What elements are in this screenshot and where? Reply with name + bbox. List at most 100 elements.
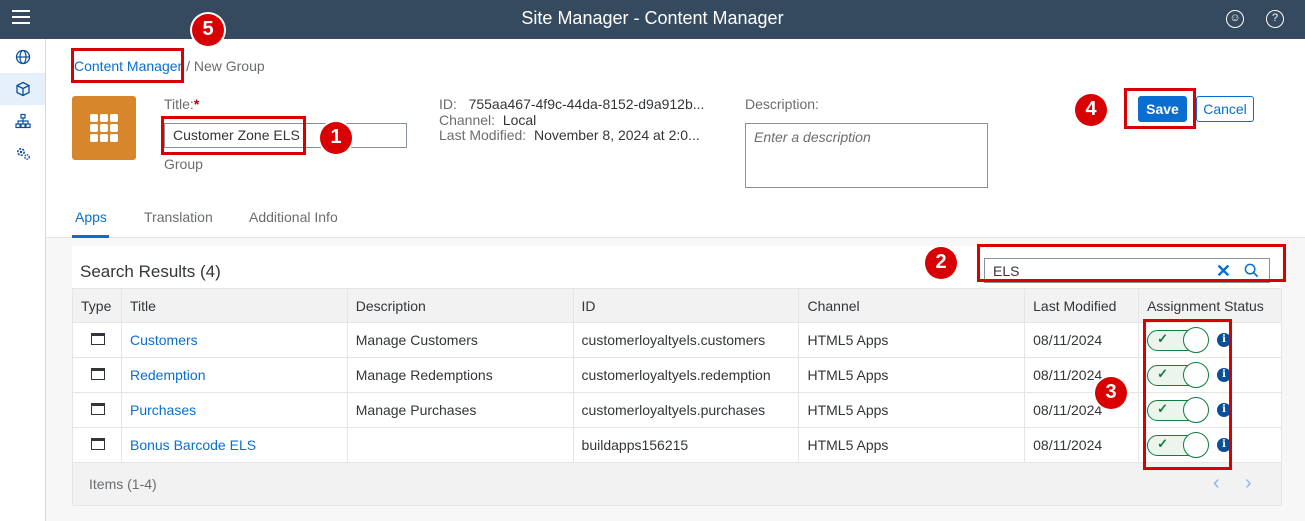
items-count: Items (1-4) (89, 476, 157, 492)
search-input[interactable]: ELS ✕ (984, 258, 1270, 283)
id-meta: ID: 755aa467-4f9c-44da-8152-d9a912b... (439, 96, 704, 112)
modified-cell: 08/11/2024 (1024, 322, 1140, 358)
tab-additional-info[interactable]: Additional Info (249, 209, 338, 225)
assignment-toggle[interactable]: ✓ (1147, 327, 1210, 353)
app-title-link[interactable]: Redemption (130, 367, 206, 383)
channel-cell: HTML5 Apps (798, 392, 1026, 428)
description-cell: Manage Redemptions (346, 357, 574, 393)
title-cell: Customers (120, 322, 348, 358)
channel-cell: HTML5 Apps (798, 357, 1026, 393)
type-label: Group (164, 156, 203, 172)
required-mark: * (193, 96, 200, 112)
check-icon: ✓ (1157, 401, 1168, 416)
status-cell: ✓ i (1138, 322, 1282, 358)
column-header-type[interactable]: Type (72, 288, 122, 323)
globe-icon[interactable] (0, 41, 45, 73)
description-cell (346, 427, 574, 463)
id-label: ID: (439, 96, 457, 112)
user-icon[interactable]: ☺ (1226, 10, 1244, 28)
channel-cell: HTML5 Apps (798, 427, 1026, 463)
status-cell: ✓ i (1138, 427, 1282, 463)
hierarchy-icon[interactable] (0, 105, 45, 137)
search-value: ELS (993, 263, 1020, 279)
status-cell: ✓ i (1138, 392, 1282, 428)
table-header-row: Type Title Description ID Channel Last M… (72, 288, 1282, 323)
table-row[interactable]: Bonus Barcode ELS buildapps156215 HTML5 … (72, 427, 1282, 463)
gear-icon[interactable] (0, 137, 45, 169)
check-icon: ✓ (1157, 436, 1168, 451)
info-icon[interactable]: i (1217, 333, 1232, 347)
modified-value: November 8, 2024 at 2:0... (533, 127, 700, 143)
title-cell: Bonus Barcode ELS (120, 427, 348, 463)
search-icon[interactable] (1244, 263, 1259, 281)
id-cell: customerloyaltyels.purchases (572, 392, 800, 428)
id-cell: buildapps156215 (572, 427, 800, 463)
assignment-toggle[interactable]: ✓ (1147, 432, 1210, 458)
assignment-toggle[interactable]: ✓ (1147, 362, 1210, 388)
title-input[interactable]: Customer Zone ELS (164, 123, 407, 148)
group-tile-icon (72, 96, 136, 160)
column-header-last-modified[interactable]: Last Modified (1024, 288, 1140, 323)
description-field[interactable]: Enter a description (745, 123, 988, 188)
app-window-icon (91, 368, 105, 380)
column-header-channel[interactable]: Channel (798, 288, 1026, 323)
apps-table: Type Title Description ID Channel Last M… (72, 288, 1282, 463)
app-window-icon (91, 333, 105, 345)
description-label: Description: (745, 96, 819, 112)
info-icon[interactable]: i (1217, 368, 1232, 382)
clear-search-icon[interactable]: ✕ (1216, 261, 1231, 282)
channel-value: Local (502, 112, 537, 128)
status-cell: ✓ i (1138, 357, 1282, 393)
title-label: Title:* (164, 96, 199, 112)
title-cell: Redemption (120, 357, 348, 393)
breadcrumb-content-manager-link[interactable]: Content Manager (74, 58, 182, 74)
annotation-number-1: 1 (320, 122, 352, 154)
annotation-number-3: 3 (1095, 377, 1127, 409)
check-icon: ✓ (1157, 366, 1168, 381)
id-cell: customerloyaltyels.customers (572, 322, 800, 358)
channel-cell: HTML5 Apps (798, 322, 1026, 358)
previous-page-icon[interactable]: ‹ (1213, 472, 1220, 495)
column-header-title[interactable]: Title (120, 288, 348, 323)
type-cell (72, 322, 122, 358)
app-window-icon (91, 403, 105, 415)
table-footer: Items (1-4) ‹ › (72, 463, 1282, 506)
next-page-icon[interactable]: › (1245, 472, 1252, 495)
app-window-icon (91, 438, 105, 450)
info-icon[interactable]: i (1217, 438, 1232, 452)
modified-cell: 08/11/2024 (1024, 427, 1140, 463)
tab-apps[interactable]: Apps (75, 209, 107, 225)
column-header-description[interactable]: Description (346, 288, 574, 323)
type-cell (72, 427, 122, 463)
column-header-assignment-status[interactable]: Assignment Status (1138, 288, 1282, 323)
channel-meta: Channel: Local (439, 112, 536, 128)
table-row[interactable]: Customers Manage Customers customerloyal… (72, 322, 1282, 358)
channel-label: Channel: (439, 112, 496, 128)
info-icon[interactable]: i (1217, 403, 1232, 417)
annotation-number-5: 5 (192, 14, 224, 46)
cancel-button[interactable]: Cancel (1196, 96, 1254, 122)
annotation-number-2: 2 (925, 247, 957, 279)
tab-translation[interactable]: Translation (144, 209, 213, 225)
breadcrumb: Content Manager / New Group (74, 58, 265, 74)
check-icon: ✓ (1157, 331, 1168, 346)
help-icon[interactable]: ? (1266, 10, 1284, 28)
column-header-id[interactable]: ID (572, 288, 800, 323)
title-cell: Purchases (120, 392, 348, 428)
modified-meta: Last Modified: November 8, 2024 at 2:0..… (439, 127, 700, 143)
app-title-link[interactable]: Bonus Barcode ELS (130, 437, 256, 453)
group-header: Content Manager / New Group Title:* Cust… (46, 39, 1305, 238)
side-navigation (0, 39, 46, 521)
cube-icon[interactable] (0, 73, 45, 105)
breadcrumb-current: / New Group (186, 58, 265, 74)
id-value: 755aa467-4f9c-44da-8152-d9a912b... (468, 96, 705, 112)
description-cell: Manage Customers (346, 322, 574, 358)
app-title-link[interactable]: Purchases (130, 402, 196, 418)
save-button[interactable]: Save (1138, 96, 1187, 122)
title-label-text: Title: (164, 96, 194, 112)
app-title-link[interactable]: Customers (130, 332, 198, 348)
type-cell (72, 357, 122, 393)
assignment-toggle[interactable]: ✓ (1147, 397, 1210, 423)
results-panel: Search Results (4) ELS ✕ Type Title Desc… (72, 246, 1282, 506)
id-cell: customerloyaltyels.redemption (572, 357, 800, 393)
